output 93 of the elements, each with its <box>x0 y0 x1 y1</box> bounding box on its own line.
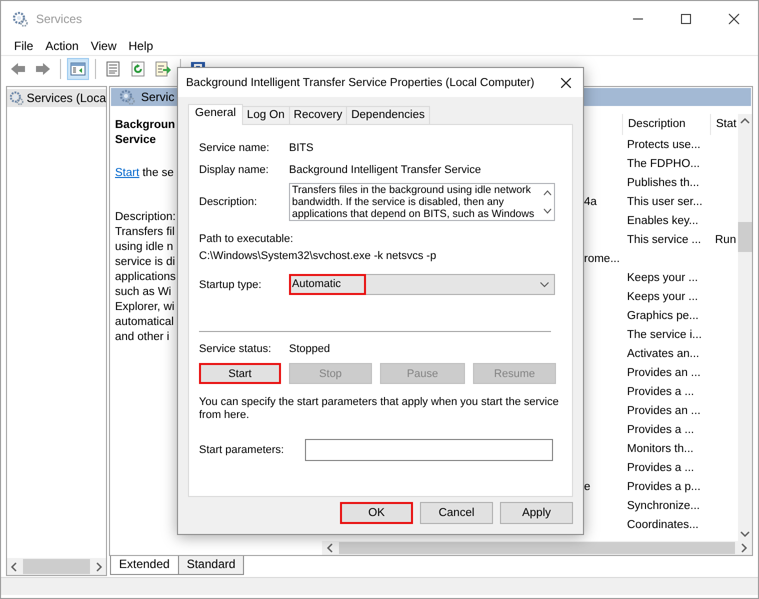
table-cell-text: Provides an ... <box>626 404 702 416</box>
console-tree-icon <box>70 61 86 77</box>
scroll-right-icon <box>741 543 748 553</box>
table-cell-text: Run <box>714 234 738 246</box>
scroll-right-icon <box>96 562 103 572</box>
properties-icon <box>105 61 121 77</box>
description-text: applications <box>115 270 176 285</box>
table-cell-text: Provides an ... <box>626 366 702 378</box>
description-text: service is di <box>115 255 176 270</box>
menu-item[interactable]: Action <box>39 38 85 52</box>
menu-item[interactable]: View <box>84 38 122 52</box>
dialog-tab[interactable]: General <box>188 104 243 125</box>
table-cell-text: 4a <box>584 196 598 208</box>
services-gear-icon <box>12 10 28 26</box>
field-label: Service status: <box>199 343 272 355</box>
gear-icon <box>119 89 135 105</box>
description-box[interactable]: Transfers files in the background using idle network bandwidth. If the service is disabled, then any applications that depend on BITS, such as Windows <box>289 183 555 221</box>
menu-item[interactable]: Help <box>122 38 160 52</box>
status-value: Stopped <box>289 343 330 355</box>
description-text: Description: <box>115 210 176 225</box>
table-cell-text: Keeps your ... <box>626 290 699 302</box>
pane-title: Servic <box>141 90 174 104</box>
description-text: Transfers fil <box>115 225 175 240</box>
view-tab[interactable]: Standard <box>178 556 244 575</box>
service-button[interactable]: Start <box>199 363 281 384</box>
dialog-button[interactable]: OK <box>340 502 413 524</box>
description-text: using idle n <box>115 240 174 255</box>
field-label: Display name: <box>199 164 270 176</box>
description-text: such as Wi <box>115 285 172 300</box>
tree-item[interactable]: Services (Loca <box>7 89 106 107</box>
horizontal-scrollbar[interactable] <box>322 541 752 555</box>
table-cell-text: Provides a ... <box>626 424 696 436</box>
export-icon <box>155 61 171 77</box>
back-icon <box>10 61 26 77</box>
table-cell-text: e <box>584 480 592 492</box>
dialog-button[interactable]: Cancel <box>420 502 493 524</box>
table-cell-text: Provides a ... <box>626 462 696 474</box>
table-cell-text: Keeps your ... <box>626 272 699 284</box>
table-cell-text: Protects use... <box>626 138 702 150</box>
table-cell-text: Provides a ... <box>626 386 696 398</box>
dialog-tab[interactable]: Dependencies <box>346 106 430 124</box>
description-text: automatical <box>115 315 174 330</box>
table-cell-text: Monitors th... <box>626 442 694 454</box>
scroll-down-icon <box>542 208 552 214</box>
field-label: Description: <box>199 196 258 208</box>
hint-text: You can specify the start parameters that apply when you start the service from here. <box>199 396 559 422</box>
table-cell-text: rome... <box>584 252 621 264</box>
dropdown-caret-icon <box>540 282 549 288</box>
table-cell-text: The service i... <box>626 328 703 340</box>
field-value: Background Intelligent Transfer Service <box>289 164 481 176</box>
refresh-icon <box>130 61 146 77</box>
field-label: Service name: <box>199 142 270 154</box>
start-link[interactable]: Start <box>115 167 140 179</box>
description-text: Explorer, wi <box>115 300 174 315</box>
scroll-left-icon <box>10 562 17 572</box>
scroll-left-icon <box>326 543 333 553</box>
service-title: Service <box>115 133 156 148</box>
path-value: C:\Windows\System32\svchost.exe -k netsvcs -p <box>199 250 438 262</box>
view-tab[interactable]: Extended <box>110 556 179 575</box>
field-label: Startup type: <box>199 278 262 290</box>
start-parameters-field[interactable] <box>305 439 553 461</box>
description-text: and other i <box>115 330 170 345</box>
table-cell-text: Graphics pe... <box>626 310 700 322</box>
table-cell-text: The FDPHO... <box>626 158 701 170</box>
column-header[interactable]: Description <box>622 114 710 135</box>
scroll-up-icon <box>542 190 552 196</box>
dialog-button[interactable]: Apply <box>500 502 573 524</box>
service-title: Backgroun <box>115 118 176 133</box>
close-icon[interactable] <box>728 12 740 24</box>
forward-icon <box>35 61 51 77</box>
vertical-scrollbar[interactable] <box>738 114 752 541</box>
window-title: Services <box>36 12 84 26</box>
table-cell-text: Coordinates... <box>626 518 700 530</box>
table-cell-text: Synchronize... <box>626 500 701 512</box>
menu-item[interactable]: File <box>8 38 40 52</box>
table-cell-text: Activates an... <box>626 348 700 360</box>
gear-icon <box>9 90 24 106</box>
table-cell-text: Provides a p... <box>626 480 702 492</box>
scrollbar-thumb[interactable] <box>738 222 752 252</box>
field-value: BITS <box>289 142 314 154</box>
action-text: Start the se <box>115 166 174 181</box>
field-label: Start parameters: <box>199 444 285 456</box>
close-icon[interactable] <box>561 78 571 88</box>
startup-type-dropdown[interactable]: Automatic <box>289 274 555 295</box>
table-cell-text: Enables key... <box>626 214 700 226</box>
maximize-icon[interactable] <box>680 12 692 24</box>
table-cell-text: This user ser... <box>626 196 704 208</box>
field-label: Path to executable: <box>199 233 294 245</box>
toolbar-button[interactable] <box>67 58 89 80</box>
dialog-title: Background Intelligent Transfer Service Properties (Local Computer) <box>186 76 536 88</box>
horizontal-scrollbar[interactable] <box>7 558 106 575</box>
table-cell-text: This service ... <box>626 234 702 246</box>
table-cell-text: Publishes th... <box>626 176 700 188</box>
